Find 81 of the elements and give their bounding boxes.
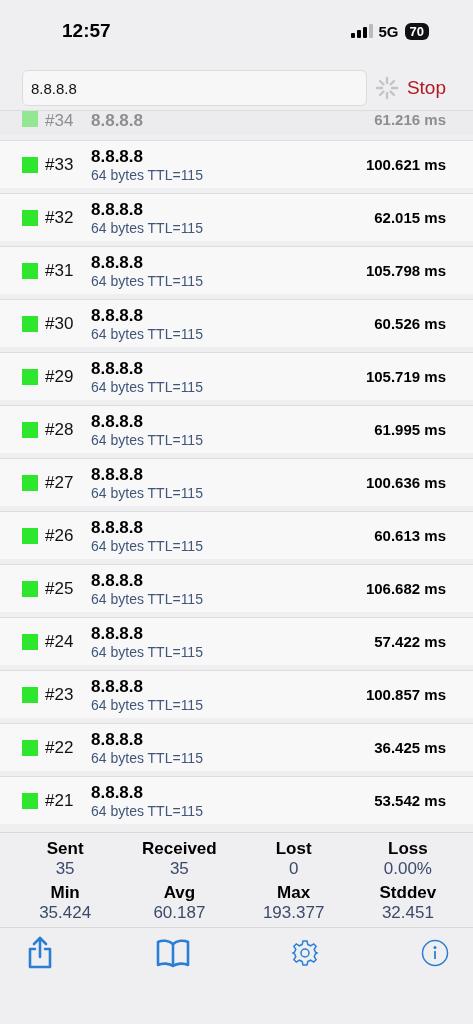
- ping-detail: 64 bytes TTL=115: [91, 431, 204, 448]
- ping-host: 8.8.8.8: [91, 146, 144, 167]
- ping-host: 8.8.8.8: [91, 517, 144, 538]
- stop-button[interactable]: Stop: [406, 77, 473, 99]
- ping-detail: 64 bytes TTL=115: [91, 749, 204, 766]
- stat-value: 60.187: [153, 903, 206, 923]
- share-icon[interactable]: [26, 936, 54, 970]
- ping-time: 57.422 ms: [374, 633, 446, 650]
- ping-time: 100.857 ms: [365, 686, 446, 703]
- ping-number: #31: [45, 260, 75, 281]
- ping-host: 8.8.8.8: [91, 199, 144, 220]
- ping-time: 61.216 ms: [374, 111, 446, 128]
- ping-detail: 64 bytes TTL=115: [91, 696, 204, 713]
- ping-time: 105.719 ms: [365, 368, 446, 385]
- ping-time: 106.682 ms: [365, 580, 446, 597]
- network-label: 5G: [378, 22, 399, 40]
- ping-number: #21: [45, 790, 75, 811]
- ping-number: #29: [45, 366, 75, 387]
- ping-detail: 64 bytes TTL=115: [91, 378, 204, 395]
- ping-detail: 64 bytes TTL=115: [91, 166, 204, 183]
- ping-detail: 64 bytes TTL=115: [91, 802, 204, 819]
- ping-time: 53.542 ms: [374, 792, 446, 809]
- stat-value: 35: [55, 859, 75, 879]
- ping-detail: 64 bytes TTL=115: [91, 643, 204, 660]
- ping-host: 8.8.8.8: [91, 411, 144, 432]
- ping-host: 8.8.8.8: [91, 252, 144, 273]
- stat-value: 193.377: [262, 903, 325, 923]
- stat-value: 35: [169, 859, 189, 879]
- ping-detail: 64 bytes TTL=115: [91, 219, 204, 236]
- ping-time: 105.798 ms: [365, 262, 446, 279]
- info-icon[interactable]: [420, 939, 449, 967]
- book-icon[interactable]: [155, 938, 190, 968]
- ping-number: #28: [45, 419, 75, 440]
- stat-label: Received: [142, 839, 217, 859]
- stat-value: 0: [288, 859, 299, 879]
- ping-detail: 64 bytes TTL=115: [91, 590, 204, 607]
- signal-icon: [350, 24, 373, 38]
- ping-host: 8.8.8.8: [91, 358, 144, 379]
- ping-number: #22: [45, 737, 75, 758]
- ping-host: 8.8.8.8: [91, 676, 144, 697]
- stat-label: Avg: [163, 883, 196, 903]
- ping-number: #23: [45, 684, 75, 705]
- ping-host: 8.8.8.8: [91, 570, 144, 591]
- ping-time: 61.995 ms: [374, 421, 446, 438]
- ping-number: #30: [45, 313, 75, 334]
- stat-label: Min: [50, 883, 80, 903]
- stat-label: Max: [277, 883, 311, 903]
- battery-indicator: 70: [404, 22, 429, 40]
- ping-time: 36.425 ms: [374, 739, 446, 756]
- ping-number: #33: [45, 154, 75, 175]
- ping-detail: 64 bytes TTL=115: [91, 272, 204, 289]
- ping-host: 8.8.8.8: [91, 782, 144, 803]
- ping-time: 60.613 ms: [374, 527, 446, 544]
- ping-number: #24: [45, 631, 75, 652]
- status-time: 12:57: [62, 20, 111, 42]
- host-field[interactable]: 8.8.8.8: [22, 70, 367, 106]
- stat-label: Stddev: [379, 883, 437, 903]
- stat-value: 32.451: [381, 903, 434, 923]
- ping-number: #25: [45, 578, 75, 599]
- ping-host: 8.8.8.8: [91, 305, 144, 326]
- ping-number: #27: [45, 472, 75, 493]
- stat-label: Lost: [275, 839, 312, 859]
- ping-detail: 64 bytes TTL=115: [91, 484, 204, 501]
- ping-detail: 64 bytes TTL=115: [91, 537, 204, 554]
- stat-value: 35.424: [39, 903, 92, 923]
- stat-value: 0.00%: [383, 859, 432, 879]
- stat-label: Sent: [46, 839, 84, 859]
- ping-host: 8.8.8.8: [91, 464, 144, 485]
- ping-time: 60.526 ms: [374, 315, 446, 332]
- ping-host: 8.8.8.8: [91, 729, 144, 750]
- ping-number: #32: [45, 207, 75, 228]
- ping-detail: 64 bytes TTL=115: [91, 325, 204, 342]
- settings-icon[interactable]: [291, 939, 320, 967]
- ping-number: #26: [45, 525, 75, 546]
- ping-time: 100.636 ms: [365, 474, 446, 491]
- ping-host: 8.8.8.8: [91, 623, 144, 644]
- ping-number: #34: [45, 111, 75, 131]
- ping-time: 100.621 ms: [365, 156, 446, 173]
- ping-time: 62.015 ms: [374, 209, 446, 226]
- stat-label: Loss: [388, 839, 428, 859]
- ping-host: 8.8.8.8: [91, 111, 144, 131]
